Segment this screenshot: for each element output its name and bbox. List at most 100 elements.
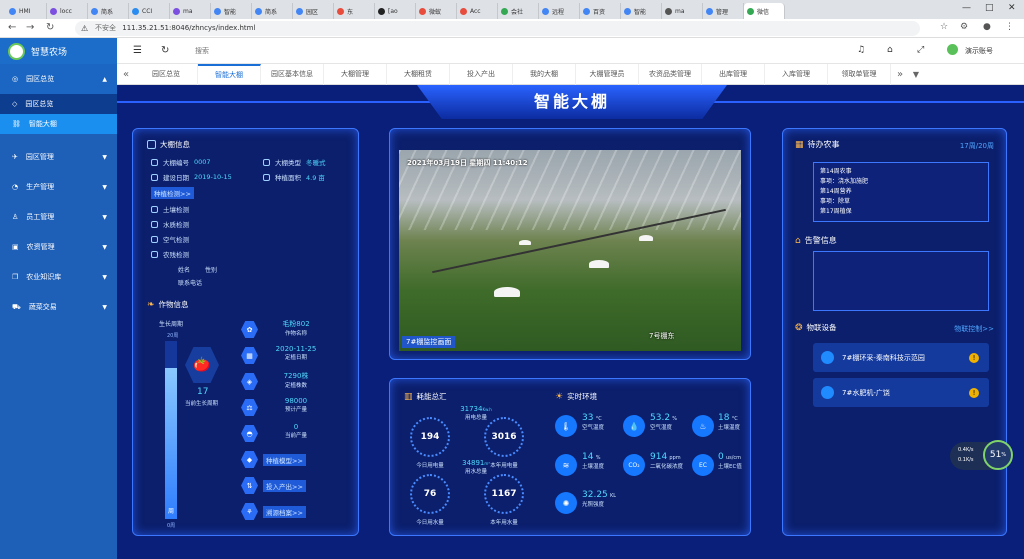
browser-tab-label: locc: [60, 7, 72, 15]
bell-icon[interactable]: ♫: [857, 45, 865, 55]
crop-header: ❧ 作物信息: [147, 299, 189, 310]
usage-percent-ring[interactable]: 51%: [983, 440, 1013, 470]
light-icon: ✺: [555, 492, 577, 514]
submenu-smart-greenhouse[interactable]: ⛓ 智能大棚: [0, 114, 117, 134]
greenhouse-camera-feed[interactable]: 2021年03月19日 星期四 11:40:12 7#棚监控画面 7号棚东: [399, 150, 741, 351]
submenu-park-overview[interactable]: ◇ 园区总览: [0, 94, 117, 114]
cycle-bottom-label: 周: [168, 508, 175, 515]
browser-tab-strip: HMI locc 简系 CCI ma 智能 简系 园区 东 [ao 微蚁 Acc 会社 远程 百资 智能 ma 管…: [0, 0, 1024, 19]
todo-item[interactable]: 第14周农事: [820, 167, 982, 177]
trace-archive-button[interactable]: 溯源档案>>: [263, 506, 306, 518]
check-label: 农残检测: [163, 251, 189, 259]
menu-supplies[interactable]: ▣ 农资管理 ▼: [0, 232, 117, 262]
todo-header: ▦ 待办农事: [795, 139, 840, 150]
panel-title: 作物信息: [158, 300, 189, 309]
reload-icon[interactable]: ↻: [46, 22, 54, 33]
browser-tab[interactable]: ma: [170, 3, 211, 19]
input-output-button[interactable]: 投入产出>>: [263, 480, 306, 492]
browser-tab[interactable]: locc: [47, 3, 88, 19]
tabs-menu-icon[interactable]: ▼: [909, 70, 923, 79]
page-tab[interactable]: 入库管理: [765, 63, 828, 85]
menu-production[interactable]: ◔ 生产管理 ▼: [0, 172, 117, 202]
browser-tab[interactable]: HMI: [6, 3, 47, 19]
url-input[interactable]: ⚠ 不安全 111.35.21.51:8046/zhncys/index.htm…: [75, 21, 920, 36]
page-tab[interactable]: 智能大棚: [198, 63, 261, 85]
menu-park-overview[interactable]: ◎ 园区总览 ▲: [0, 64, 117, 94]
fullscreen-icon[interactable]: ⤢: [917, 45, 924, 55]
close-window-icon[interactable]: ✕: [1008, 3, 1016, 13]
browser-tab[interactable]: CCI: [129, 3, 170, 19]
menu-staff[interactable]: ♙ 员工管理 ▼: [0, 202, 117, 232]
back-icon[interactable]: ←: [8, 22, 16, 33]
forward-icon[interactable]: →: [26, 22, 34, 33]
browser-tab[interactable]: 百资: [580, 3, 621, 19]
planting-detect-button[interactable]: 种植检测>>: [151, 187, 194, 199]
todo-item[interactable]: 事项：浇水加施肥: [820, 177, 982, 187]
maximize-icon[interactable]: □: [985, 3, 994, 13]
env-unit: %: [595, 455, 601, 461]
env-unit: KL: [610, 493, 617, 499]
browser-tab[interactable]: 东: [334, 3, 375, 19]
menu-knowledge[interactable]: ❐ 农业知识库 ▼: [0, 262, 117, 292]
bookmark-star-icon[interactable]: ☆: [940, 22, 948, 32]
favicon-icon: [542, 7, 549, 15]
browser-tab[interactable]: 简系: [88, 3, 129, 19]
planting-model-button[interactable]: 种植模型>>: [263, 454, 306, 466]
page-tab[interactable]: 领取单管理: [828, 63, 891, 85]
check-soil[interactable]: 土壤检测: [151, 204, 189, 214]
sensor-icon: [821, 351, 834, 364]
user-name[interactable]: 演示账号: [965, 46, 993, 56]
favicon-icon: [747, 7, 754, 15]
home-icon: ⌂: [795, 235, 801, 246]
page-tab[interactable]: 大棚管理: [324, 63, 387, 85]
device-item[interactable]: 7#水肥机-广饶 !: [813, 378, 989, 407]
browser-tab[interactable]: [ao: [375, 3, 416, 19]
tabs-scroll-left-icon[interactable]: «: [117, 69, 135, 80]
gauge-value: 76: [423, 489, 437, 499]
iot-control-link[interactable]: 物联控制>>: [954, 324, 994, 334]
page-tab[interactable]: 大棚租赁: [387, 63, 450, 85]
minimize-icon[interactable]: —: [962, 3, 971, 13]
page-tab[interactable]: 大棚管理员: [576, 63, 639, 85]
todo-item[interactable]: 第14周营养: [820, 187, 982, 197]
device-item[interactable]: 7#棚环采-秦南科技示范园 !: [813, 343, 989, 372]
browser-tab[interactable]: 智能: [621, 3, 662, 19]
page-tab[interactable]: 我的大棚: [513, 63, 576, 85]
stat-value: 0: [293, 423, 299, 431]
page-tab[interactable]: 投入产出: [450, 63, 513, 85]
browser-tab[interactable]: 会社: [498, 3, 539, 19]
page-tab[interactable]: 农资品类管理: [639, 63, 702, 85]
browser-tab[interactable]: 管理: [703, 3, 744, 19]
tabs-scroll-right-icon[interactable]: »: [891, 69, 909, 80]
browser-tab[interactable]: Acc: [457, 3, 498, 19]
page-tab[interactable]: 园区基本信息: [261, 63, 324, 85]
tag-icon[interactable]: ⌂: [887, 45, 893, 55]
check-air[interactable]: 空气检测: [151, 234, 189, 244]
env-label: 光照强度: [582, 502, 605, 508]
browser-tab[interactable]: 微蚁: [416, 3, 457, 19]
browser-tab[interactable]: ma: [662, 3, 703, 19]
menu-trade[interactable]: ⛟ 蔬菜交易 ▼: [0, 292, 117, 322]
browser-tab[interactable]: 智能: [211, 3, 252, 19]
todo-item[interactable]: 第17周植保: [820, 207, 982, 217]
menu-dots-icon[interactable]: ⋮: [1005, 22, 1014, 32]
todo-item[interactable]: 事项：除草: [820, 197, 982, 207]
menu-park-management[interactable]: ✈ 园区管理 ▼: [0, 142, 117, 172]
menu-toggle-icon[interactable]: ☰: [133, 45, 142, 56]
avatar[interactable]: [947, 44, 958, 55]
refresh-icon[interactable]: ↻: [161, 45, 169, 56]
check-water[interactable]: 水质检测: [151, 219, 189, 229]
check-pesticide[interactable]: 农残检测: [151, 249, 189, 259]
browser-tab[interactable]: 远程: [539, 3, 580, 19]
env-label: 二氧化碳浓度: [650, 464, 684, 470]
page-tab[interactable]: 出库管理: [702, 63, 765, 85]
page-tab[interactable]: 园区总览: [135, 63, 198, 85]
browser-tab[interactable]: 园区: [293, 3, 334, 19]
profile-icon[interactable]: ●: [983, 22, 991, 32]
browser-tab[interactable]: 简系: [252, 3, 293, 19]
extensions-icon[interactable]: ⚙: [960, 22, 968, 32]
browser-tab[interactable]: 微信: [744, 3, 785, 19]
soil-temp-icon: ♨: [692, 415, 714, 437]
search-input[interactable]: [195, 44, 315, 58]
gauge-value: 3016: [491, 432, 517, 442]
